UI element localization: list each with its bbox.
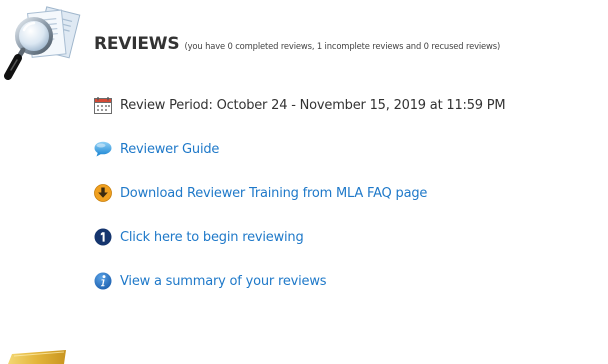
reviewer-guide-link[interactable]: Reviewer Guide xyxy=(120,142,219,157)
reviews-summary-note: (you have 0 completed reviews, 1 incompl… xyxy=(184,41,501,51)
begin-reviewing-row: Click here to begin reviewing xyxy=(94,227,304,247)
download-training-row: Download Reviewer Training from MLA FAQ … xyxy=(94,183,427,203)
reviews-panel: REVIEWS (you have 0 completed reviews, 1… xyxy=(0,0,608,364)
review-period-row: Review Period: October 24 - November 15,… xyxy=(94,95,506,115)
reviews-title: REVIEWS xyxy=(94,34,180,54)
number-one-icon xyxy=(94,228,112,246)
download-arrow-icon xyxy=(94,184,112,202)
review-period-text: Review Period: October 24 - November 15,… xyxy=(120,97,506,113)
info-icon xyxy=(94,272,112,290)
view-summary-row: View a summary of your reviews xyxy=(94,271,327,291)
begin-reviewing-link[interactable]: Click here to begin reviewing xyxy=(120,230,304,245)
reviews-header: REVIEWS (you have 0 completed reviews, 1… xyxy=(94,34,500,54)
reviewer-guide-row: Reviewer Guide xyxy=(94,139,219,159)
magnifying-glass-documents-icon xyxy=(4,6,81,80)
calendar-icon xyxy=(94,96,112,114)
download-training-link[interactable]: Download Reviewer Training from MLA FAQ … xyxy=(120,186,427,201)
speech-bubble-icon xyxy=(94,140,112,158)
view-summary-link[interactable]: View a summary of your reviews xyxy=(120,274,327,289)
gold-document-icon xyxy=(8,350,66,364)
